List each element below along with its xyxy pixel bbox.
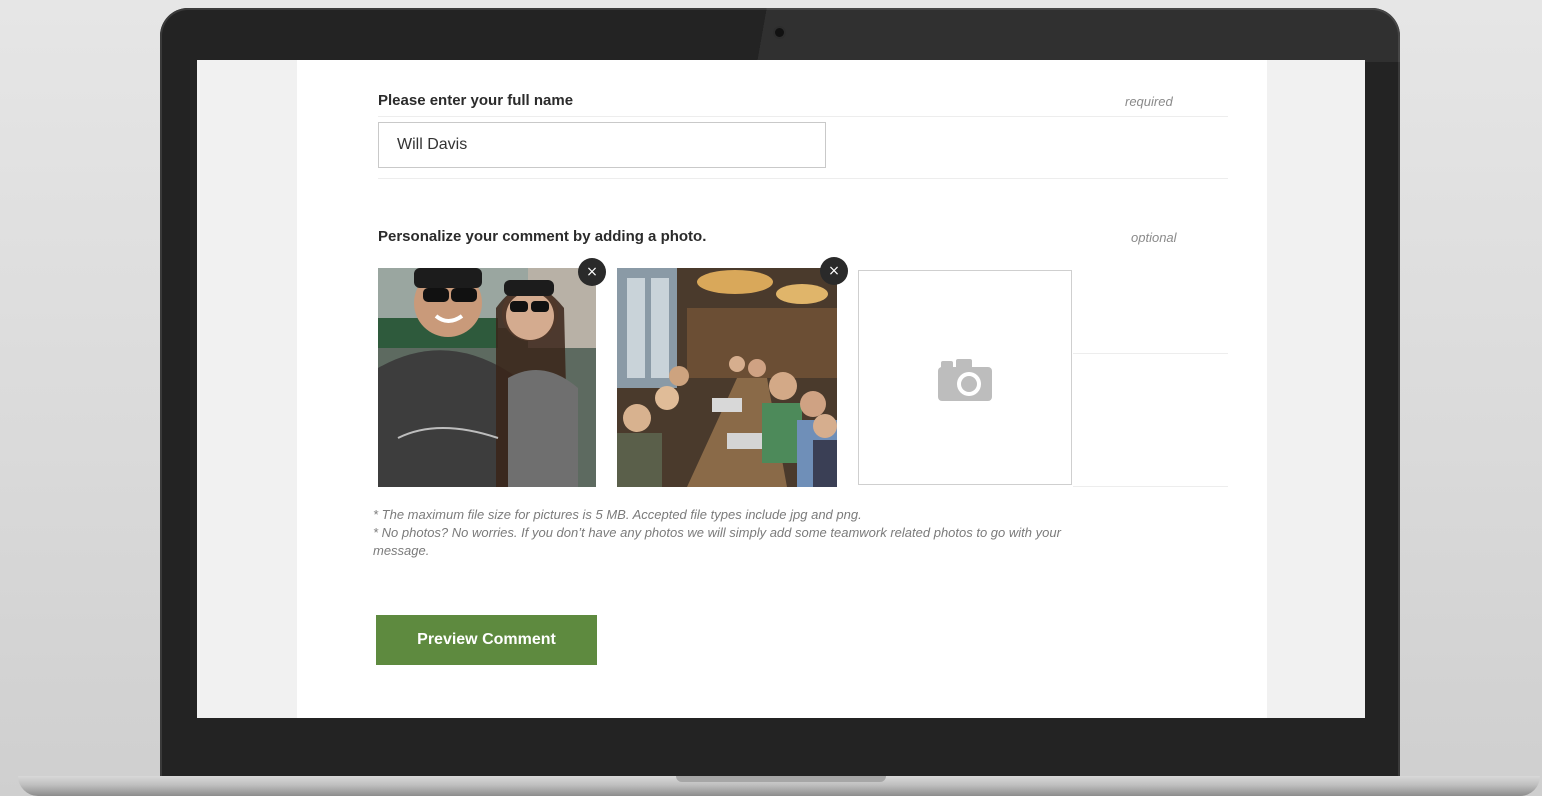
file-size-note: * The maximum file size for pictures is … (373, 507, 862, 522)
preview-comment-button[interactable]: Preview Comment (376, 615, 597, 665)
remove-photo-2-button[interactable]: × (820, 257, 848, 285)
photo-restaurant-image (617, 268, 837, 487)
photo-section-label: Personalize your comment by adding a pho… (378, 228, 707, 245)
full-name-input[interactable] (378, 122, 826, 168)
laptop-notch (676, 776, 886, 782)
comment-form: Please enter your full name required Per… (297, 60, 1267, 718)
optional-hint: optional (1131, 230, 1177, 245)
uploaded-photo-2 (617, 268, 837, 487)
divider (1073, 486, 1228, 487)
divider (1073, 353, 1228, 354)
uploaded-photo-1 (378, 268, 596, 487)
camera-icon (938, 359, 992, 401)
webcam (775, 28, 784, 37)
divider (378, 178, 1228, 179)
required-hint: required (1125, 94, 1173, 109)
divider (378, 116, 1228, 117)
no-photos-note: * No photos? No worries. If you don’t ha… (373, 525, 1061, 558)
add-photo-tile[interactable] (858, 270, 1072, 485)
full-name-label: Please enter your full name (378, 92, 574, 109)
photo-selfie-image (378, 268, 596, 487)
lid-glare (740, 8, 1400, 62)
laptop-screen: Please enter your full name required Per… (197, 60, 1365, 718)
remove-photo-1-button[interactable]: × (578, 258, 606, 286)
upload-notes: * The maximum file size for pictures is … (373, 506, 1073, 560)
